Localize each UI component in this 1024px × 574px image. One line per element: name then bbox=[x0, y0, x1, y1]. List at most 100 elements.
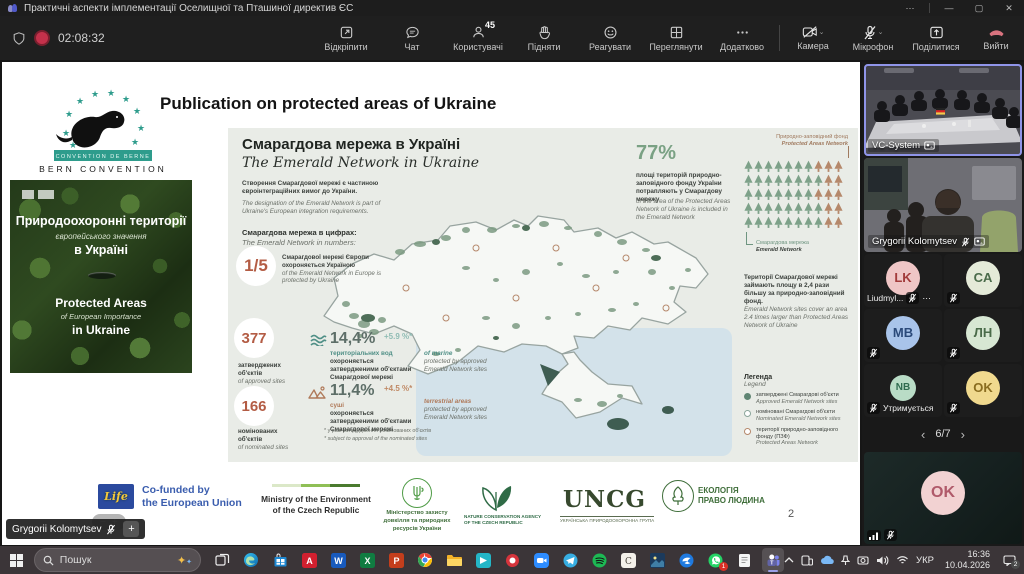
svg-text:★: ★ bbox=[137, 123, 145, 133]
edge-icon[interactable] bbox=[240, 548, 262, 572]
participants-button[interactable]: 45 Користувачі bbox=[445, 16, 511, 60]
emerald-tree-icon bbox=[784, 202, 793, 216]
clipchamp-icon[interactable] bbox=[472, 548, 494, 572]
store-icon[interactable] bbox=[269, 548, 291, 572]
desktop: Практичні аспекти імплементації Оселищно… bbox=[0, 0, 1024, 574]
react-button[interactable]: Реагувати bbox=[577, 16, 643, 60]
emerald-network-infographic: Смарагдова мережа в Україні The Emerald … bbox=[228, 128, 858, 462]
window-minimize-button[interactable]: — bbox=[934, 3, 964, 13]
network-icon[interactable] bbox=[896, 555, 909, 565]
onedrive-icon[interactable] bbox=[820, 555, 834, 565]
word-icon[interactable]: W bbox=[327, 548, 349, 572]
leave-button[interactable]: Вийти bbox=[968, 16, 1024, 60]
taskbar-search[interactable]: Пошук ✦✦ bbox=[34, 548, 201, 572]
emerald-tree-icon bbox=[774, 174, 783, 188]
participant-tile-OK[interactable]: OK bbox=[944, 364, 1022, 417]
excel-icon[interactable]: X bbox=[356, 548, 378, 572]
volume-icon[interactable] bbox=[876, 555, 889, 566]
photos-icon[interactable] bbox=[646, 548, 668, 572]
window-close-button[interactable]: ✕ bbox=[994, 3, 1024, 14]
teams-icon[interactable]: T bbox=[762, 548, 784, 572]
toolbar-divider bbox=[779, 25, 780, 51]
recording-indicator-icon bbox=[34, 30, 50, 46]
pin-presenter-button[interactable]: + bbox=[123, 521, 139, 537]
participant-tile-LK[interactable]: LKLiudmyl...⋯ bbox=[864, 254, 942, 307]
emerald-tree-icon bbox=[784, 160, 793, 174]
red-ring-app-icon[interactable] bbox=[501, 548, 523, 572]
task-view-icon[interactable] bbox=[211, 548, 233, 572]
pin-icon[interactable] bbox=[841, 555, 850, 566]
book-title-en: Protected Areas bbox=[10, 296, 192, 310]
participants-count-badge: 45 bbox=[485, 20, 495, 30]
participant-tile-NB[interactable]: NBУтримується bbox=[864, 364, 942, 417]
spotify-icon[interactable] bbox=[588, 548, 610, 572]
emerald-tree-icon bbox=[764, 188, 773, 202]
pzf-tree-icon bbox=[824, 160, 833, 174]
window-more-button[interactable]: ⋯ bbox=[895, 3, 925, 14]
taskbar-clock[interactable]: 16:36 10.04.2026 bbox=[945, 549, 990, 572]
chat-button[interactable]: Чат bbox=[379, 16, 445, 60]
shield-icon bbox=[12, 31, 26, 46]
participant-tile-CA[interactable]: CA bbox=[944, 254, 1022, 307]
powerpoint-icon[interactable]: P bbox=[385, 548, 407, 572]
camera-button[interactable]: ⌄ Камера bbox=[784, 16, 842, 60]
pzf-tree-icon bbox=[824, 188, 833, 202]
view-button[interactable]: Переглянути bbox=[643, 16, 709, 60]
more-options-button[interactable]: Додатково bbox=[709, 16, 775, 60]
chrome-icon[interactable] bbox=[414, 548, 436, 572]
book-cover: Природоохоронні території європейського … bbox=[10, 180, 192, 373]
numbers-heading-uk: Смарагдова мережа в цифрах: bbox=[242, 228, 357, 237]
pager-label: 6/7 bbox=[935, 428, 950, 440]
unpin-button[interactable]: Відкріпити bbox=[313, 16, 379, 60]
camera-chevron-icon[interactable]: ⌄ bbox=[819, 28, 825, 36]
camera-off-icon bbox=[802, 25, 818, 39]
mic-off-icon bbox=[867, 347, 880, 359]
video-tile-ok[interactable]: OK bbox=[864, 452, 1022, 544]
whatsapp-icon[interactable]: 1 bbox=[704, 548, 726, 572]
presenter-name: Grygorii Kolomytsev bbox=[12, 524, 101, 535]
spotlight-icon bbox=[924, 141, 935, 150]
whatsapp-badge: 1 bbox=[719, 562, 728, 571]
share-button[interactable]: Поділитися bbox=[904, 16, 968, 60]
emerald-tree-icon bbox=[794, 216, 803, 230]
window-restore-button[interactable]: ▢ bbox=[964, 3, 994, 14]
explorer-icon[interactable] bbox=[443, 548, 465, 572]
participant-tile-ЛН[interactable]: ЛН bbox=[944, 309, 1022, 362]
pager-prev-button[interactable]: ‹ bbox=[921, 427, 925, 442]
avatar: OK bbox=[921, 471, 965, 515]
video-tile-vc-system[interactable]: VC-System bbox=[864, 64, 1022, 156]
pzf-tree-icon bbox=[834, 160, 843, 174]
language-indicator[interactable]: УКР bbox=[916, 555, 934, 566]
camera-tray-icon[interactable] bbox=[857, 555, 869, 565]
pager-next-button[interactable]: › bbox=[961, 427, 965, 442]
blue-messenger-icon[interactable] bbox=[675, 548, 697, 572]
unpin-icon bbox=[339, 25, 354, 40]
avatar: CA bbox=[966, 261, 1000, 295]
hangup-icon bbox=[988, 26, 1005, 39]
notepad-icon[interactable] bbox=[733, 548, 755, 572]
pzf-tree-icon bbox=[834, 174, 843, 188]
phone-link-icon[interactable] bbox=[801, 555, 813, 566]
window-titlebar: Практичні аспекти імплементації Оселищно… bbox=[0, 0, 1024, 16]
tray-chevron-icon[interactable] bbox=[784, 556, 794, 564]
waves-icon bbox=[310, 334, 327, 346]
microphone-button[interactable]: ⌄ Мікрофон bbox=[842, 16, 904, 60]
svg-text:★: ★ bbox=[91, 89, 99, 99]
notification-center[interactable]: 2 bbox=[1003, 555, 1016, 566]
acrobat-icon[interactable]: A bbox=[298, 548, 320, 572]
emerald-tree-icon bbox=[764, 202, 773, 216]
svg-text:★: ★ bbox=[131, 137, 139, 147]
claude-icon[interactable]: C bbox=[617, 548, 639, 572]
clock-date: 10.04.2026 bbox=[945, 560, 990, 571]
video-tile-grygorii[interactable]: Grygorii Kolomytsev bbox=[864, 158, 1022, 252]
tile-more-button[interactable]: ⋯ bbox=[922, 293, 931, 304]
participant-tile-MB[interactable]: MB bbox=[864, 309, 942, 362]
microphone-chevron-icon[interactable]: ⌄ bbox=[878, 28, 884, 36]
emerald-tree-icon bbox=[774, 188, 783, 202]
participant-name: Liudmyl... bbox=[867, 293, 903, 303]
german-flag-icon bbox=[936, 108, 945, 115]
zoom-app-icon[interactable] bbox=[530, 548, 552, 572]
raise-hand-button[interactable]: Підняти bbox=[511, 16, 577, 60]
start-button[interactable] bbox=[6, 547, 28, 573]
telegram-icon[interactable] bbox=[559, 548, 581, 572]
